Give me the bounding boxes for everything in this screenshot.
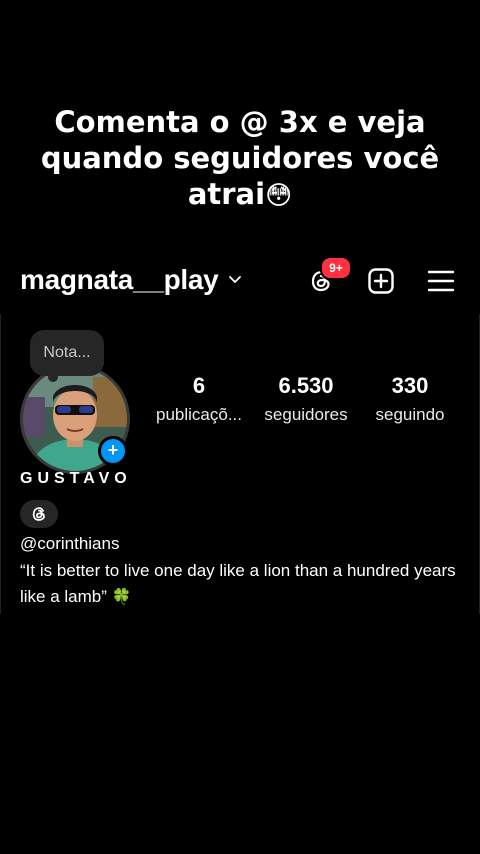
following-count[interactable]: 330 seguindo xyxy=(364,372,456,430)
profile-top-bar: magnata__play 9+ xyxy=(20,256,460,302)
caption-line-3: atrai😳 xyxy=(0,176,480,214)
posts-value: 6 xyxy=(192,373,206,398)
left-edge-line xyxy=(0,314,1,614)
add-story-plus-icon[interactable]: + xyxy=(98,436,128,466)
hamburger-menu-icon[interactable] xyxy=(426,266,456,296)
bio-quote: “It is better to live one day like a lio… xyxy=(20,561,456,606)
bio-mention-link[interactable]: @corinthians xyxy=(20,534,119,554)
username-switcher[interactable]: magnata__play xyxy=(20,264,219,296)
posts-count[interactable]: 6 publicaçõ... xyxy=(150,372,248,430)
followers-count[interactable]: 6.530 seguidores xyxy=(256,372,356,430)
caption-line-1: Comenta o @ 3x e veja xyxy=(54,105,426,139)
note-bubble[interactable]: Nota... xyxy=(30,330,104,376)
flushed-face-emoji: 😳 xyxy=(265,181,293,211)
video-caption: Comenta o @ 3x e veja quando seguidores … xyxy=(0,104,480,214)
posts-label: publicaçõ... xyxy=(156,405,242,424)
threads-notification-badge[interactable]: 9+ xyxy=(320,256,352,280)
threads-profile-link[interactable] xyxy=(20,500,58,528)
caption-line-3-text: atrai xyxy=(187,177,266,211)
caption-line-2: quando seguidores você xyxy=(40,141,440,175)
chevron-down-icon[interactable] xyxy=(227,272,243,288)
following-label: seguindo xyxy=(375,405,445,424)
four-leaf-clover-emoji: 🍀 xyxy=(111,589,132,606)
bio-text: “It is better to live one day like a lio… xyxy=(20,558,464,611)
add-post-icon[interactable] xyxy=(366,266,396,296)
threads-icon xyxy=(32,507,45,521)
followers-label: seguidores xyxy=(264,405,348,424)
display-name: GUSTAVO xyxy=(20,470,132,487)
following-value: 330 xyxy=(391,373,429,398)
followers-value: 6.530 xyxy=(278,373,334,398)
